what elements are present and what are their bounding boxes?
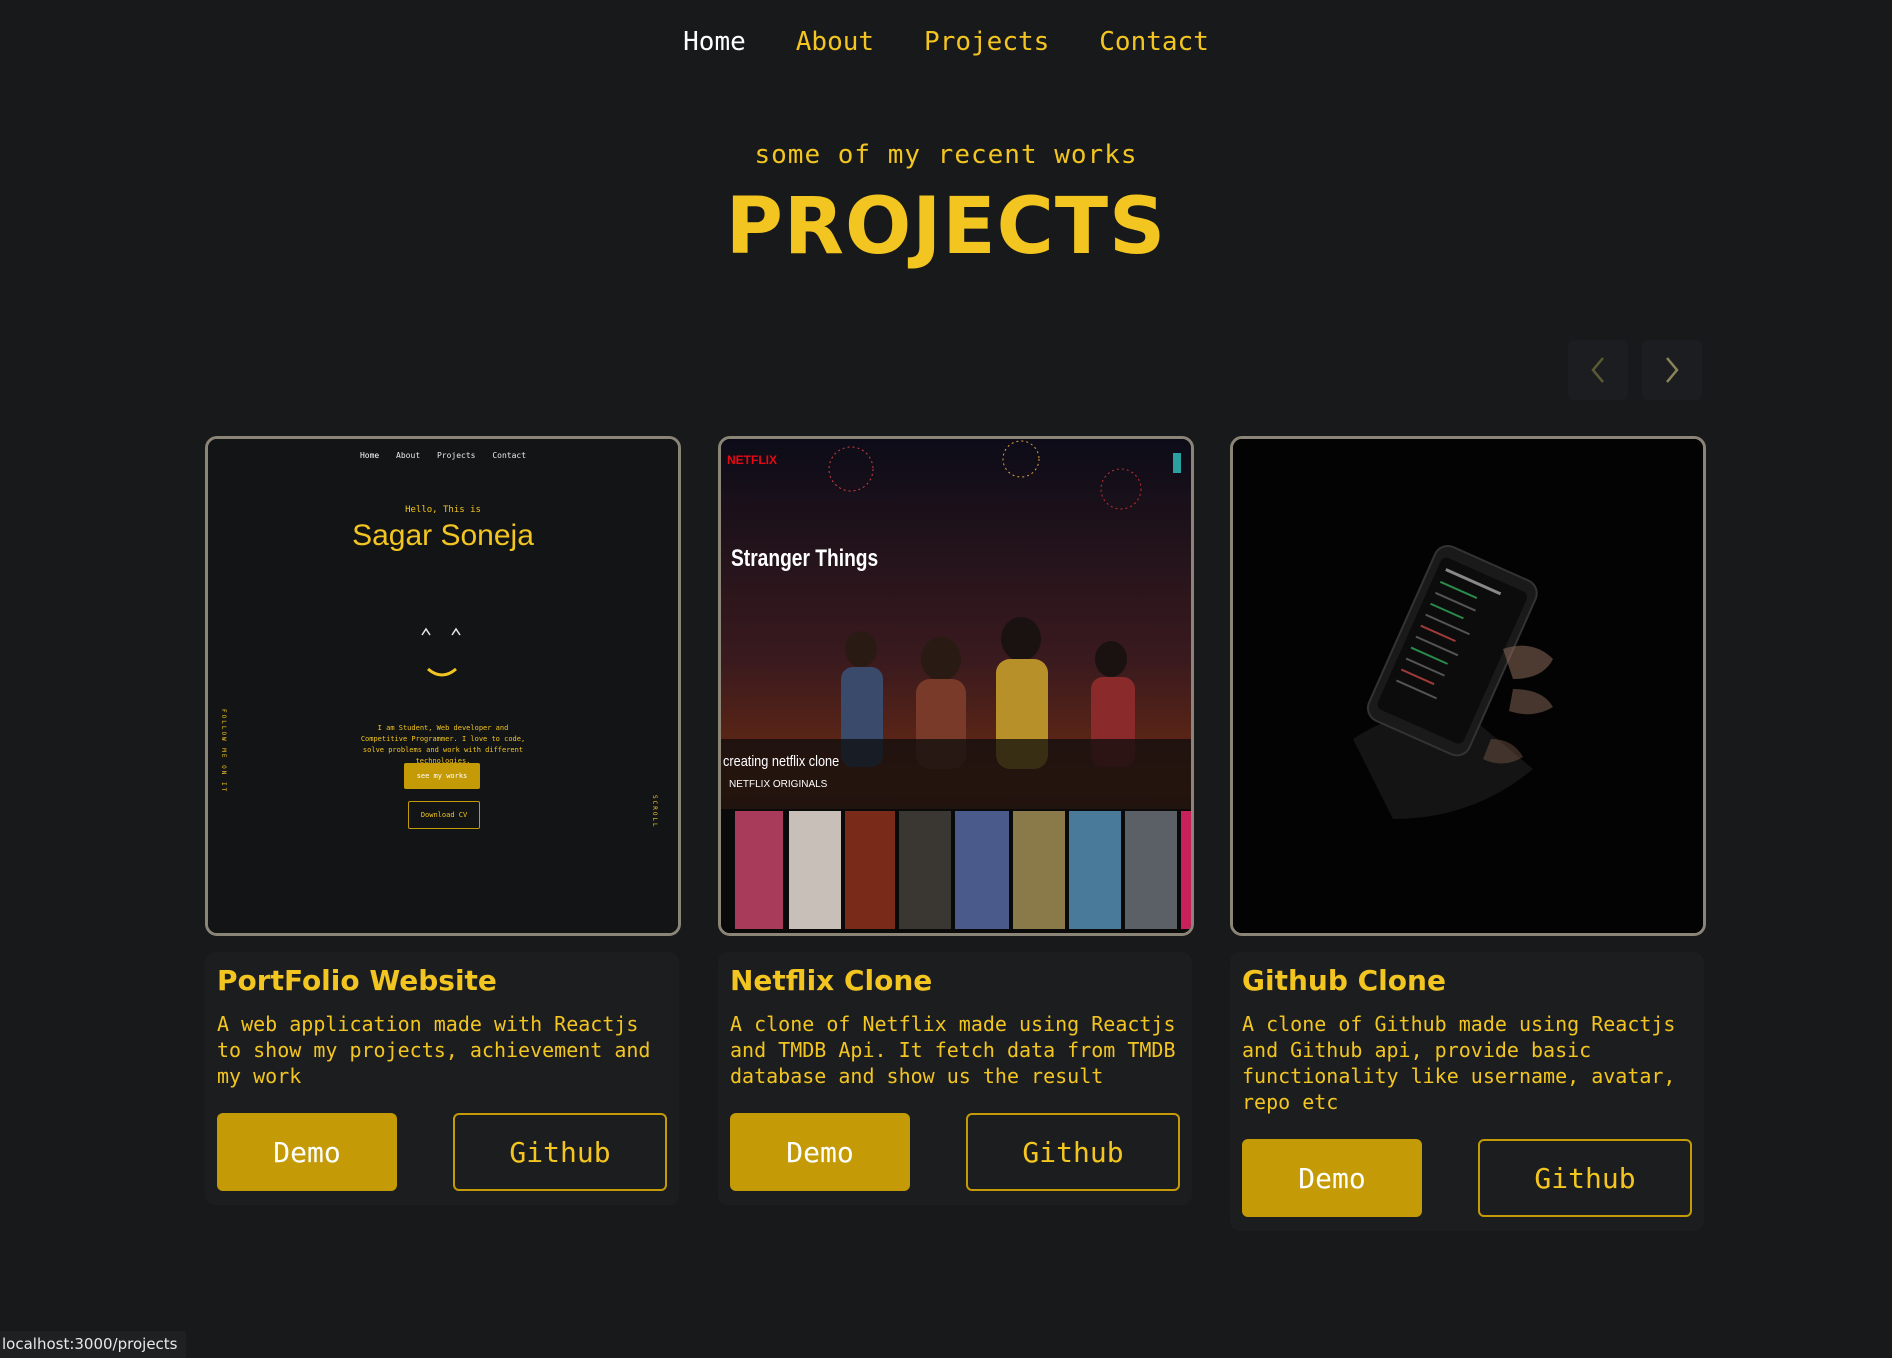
carousel-controls <box>1568 340 1702 400</box>
preview-scroll-text: SCROLL <box>651 795 658 829</box>
project-title: Netflix Clone <box>730 964 933 997</box>
project-title: Github Clone <box>1242 964 1446 997</box>
project-buttons: Demo Github <box>1242 1139 1692 1217</box>
project-description: A clone of Netflix made using Reactjs an… <box>730 1012 1176 1088</box>
project-card-netflix: NETFLIX Stranger Things creating netflix… <box>718 436 1194 1205</box>
netflix-row-subtitle: NETFLIX ORIGINALS <box>729 779 828 790</box>
nav-projects-link[interactable]: Projects <box>899 22 1074 62</box>
chevron-left-icon <box>1591 357 1604 383</box>
chevron-right-icon <box>1666 357 1679 383</box>
project-thumbnail-github[interactable] <box>1230 436 1706 936</box>
section-title: PROJECTS <box>725 182 1167 272</box>
preview-works-button: see my works <box>404 763 480 789</box>
netflix-row-title: creating netflix clone <box>723 753 840 770</box>
status-bar-url: localhost:3000/projects <box>0 1331 186 1358</box>
preview-cv-button: Download CV <box>408 801 480 829</box>
project-description: A clone of Github made using Reactjs and… <box>1242 1012 1676 1114</box>
project-info: PortFolio Website A web application made… <box>205 952 679 1205</box>
project-description: A web application made with Reactjs to s… <box>217 1012 651 1088</box>
preview-nav-item: About <box>396 451 421 460</box>
github-button[interactable]: Github <box>966 1113 1180 1191</box>
preview-hello: Hello, This is <box>405 505 481 515</box>
project-card-portfolio: Home About Projects Contact Hello, This … <box>205 436 681 1205</box>
preview-nav-item: Contact <box>492 451 527 460</box>
preview-nav: Home About Projects Contact <box>208 451 678 460</box>
phone-in-hand-image <box>1233 439 1703 933</box>
preview-follow-text: FOLLOW ME ON IT <box>220 709 227 794</box>
top-nav: Home About Projects Contact <box>0 22 1892 62</box>
project-info: Netflix Clone A clone of Netflix made us… <box>718 952 1192 1205</box>
project-buttons: Demo Github <box>217 1113 667 1191</box>
project-card-github: Github Clone A clone of Github made usin… <box>1230 436 1706 1231</box>
carousel-next-button[interactable] <box>1642 340 1702 400</box>
netflix-preview-image <box>721 439 1191 933</box>
preview-nav-item: Projects <box>436 451 476 460</box>
preview-name: Sagar Soneja <box>352 519 534 552</box>
project-thumbnail-netflix[interactable]: NETFLIX Stranger Things creating netflix… <box>718 436 1194 936</box>
demo-button[interactable]: Demo <box>217 1113 397 1191</box>
preview-nav-item: Home <box>359 451 380 460</box>
netflix-logo: NETFLIX <box>727 453 777 467</box>
nav-about-link[interactable]: About <box>771 22 899 62</box>
project-title: PortFolio Website <box>217 964 497 997</box>
smiley-icon <box>421 627 461 677</box>
demo-button[interactable]: Demo <box>1242 1139 1422 1217</box>
github-button[interactable]: Github <box>453 1113 667 1191</box>
portfolio-preview: Home About Projects Contact Hello, This … <box>208 439 678 933</box>
nav-home-link[interactable]: Home <box>658 22 771 62</box>
project-buttons: Demo Github <box>730 1113 1180 1191</box>
preview-description: I am Student, Web developer and Competit… <box>360 724 526 765</box>
demo-button[interactable]: Demo <box>730 1113 910 1191</box>
project-info: Github Clone A clone of Github made usin… <box>1230 952 1704 1231</box>
github-button[interactable]: Github <box>1478 1139 1692 1217</box>
carousel-prev-button[interactable] <box>1568 340 1628 400</box>
netflix-show-title: Stranger Things <box>731 545 879 572</box>
nav-contact-link[interactable]: Contact <box>1074 22 1234 62</box>
section-subtitle: some of my recent works <box>754 140 1138 170</box>
project-thumbnail-portfolio[interactable]: Home About Projects Contact Hello, This … <box>205 436 681 936</box>
